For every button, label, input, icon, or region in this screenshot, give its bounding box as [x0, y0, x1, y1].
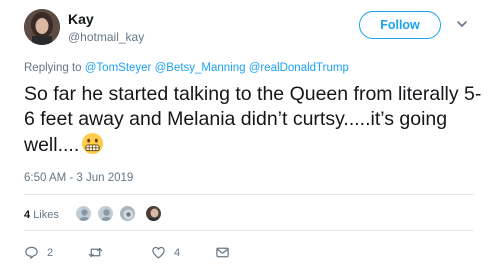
- display-name[interactable]: Kay: [68, 11, 94, 27]
- chevron-down-icon[interactable]: [456, 18, 468, 30]
- grimacing-face-icon: [82, 132, 104, 155]
- liker-avatar[interactable]: [119, 205, 136, 222]
- retweet-icon: [88, 247, 103, 258]
- likes-number: 4: [24, 209, 31, 221]
- mention-link[interactable]: @realDonaldTrump: [249, 62, 349, 74]
- liker-avatar[interactable]: [145, 205, 162, 222]
- mention-link[interactable]: @TomSteyer: [85, 62, 152, 74]
- liker-avatar[interactable]: [97, 205, 114, 222]
- timestamp[interactable]: 6:50 AM - 3 Jun 2019: [24, 172, 133, 184]
- reply-context: Replying to @TomSteyer @Betsy_Manning @r…: [24, 62, 349, 74]
- reply-count: 2: [47, 246, 54, 259]
- follow-button[interactable]: Follow: [359, 11, 441, 39]
- reply-icon: [25, 246, 38, 259]
- divider: [24, 194, 474, 195]
- heart-icon: [152, 246, 165, 259]
- liker-avatar[interactable]: [75, 205, 92, 222]
- likes-label: Likes: [33, 209, 59, 221]
- divider: [24, 230, 474, 231]
- reply-prefix: Replying to: [24, 62, 82, 74]
- mention-link[interactable]: @Betsy_Manning: [155, 62, 246, 74]
- like-button[interactable]: 4: [151, 245, 180, 260]
- reply-button[interactable]: 2: [24, 245, 53, 260]
- avatar[interactable]: [24, 9, 60, 45]
- retweet-button[interactable]: [88, 245, 111, 260]
- user-handle[interactable]: @hotmail_kay: [68, 30, 144, 44]
- direct-message-button[interactable]: [215, 245, 230, 260]
- like-count: 4: [174, 246, 181, 259]
- envelope-icon: [216, 247, 229, 258]
- tweet-text: So far he started talking to the Queen f…: [24, 82, 484, 158]
- likes-count[interactable]: 4 Likes: [24, 209, 59, 221]
